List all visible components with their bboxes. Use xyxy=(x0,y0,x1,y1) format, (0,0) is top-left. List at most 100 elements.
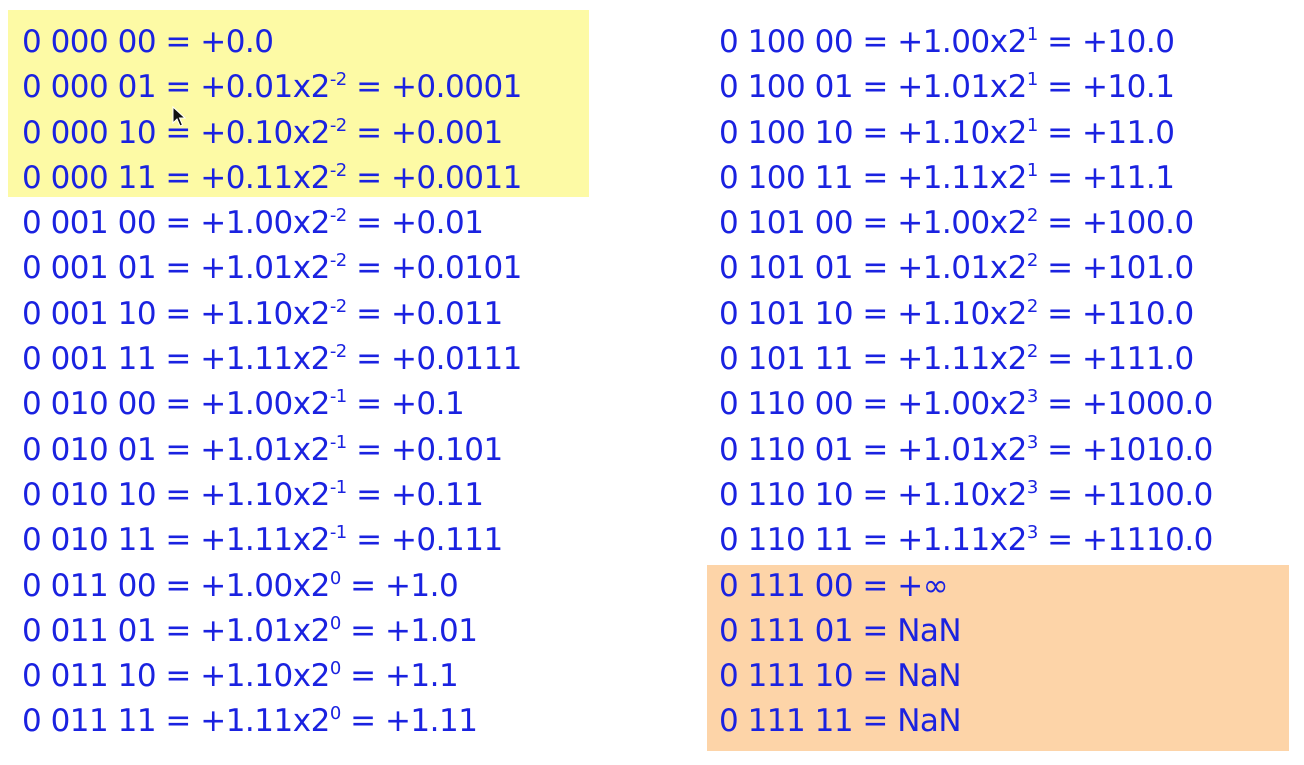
encoding-row: 0 010 01 = +1.01x2-1 = +0.101 xyxy=(22,431,503,468)
binary-value: +0.11 xyxy=(390,476,484,513)
exponent: -2 xyxy=(329,205,347,227)
exponent: 0 xyxy=(329,612,341,634)
binary-value: +0.0011 xyxy=(390,159,522,196)
exponent: -2 xyxy=(329,250,347,272)
binary-value: +0.011 xyxy=(390,295,503,332)
exponent: 1 xyxy=(1026,114,1038,136)
left-column: 0 000 00 = +0.0 0 000 01 = +0.01x2-2 = +0… xyxy=(22,20,522,745)
encoding-row: 0 110 11 = +1.11x23 = +1110.0 xyxy=(719,522,1213,559)
right-column: 0 100 00 = +1.00x21 = +10.0 0 100 01 = +1… xyxy=(719,20,1213,745)
encoding-row: 0 110 01 = +1.01x23 = +1010.0 xyxy=(719,431,1213,468)
binary-value: +10.1 xyxy=(1081,69,1175,106)
binary-value: +1.01 xyxy=(384,612,478,649)
significand-expression: +∞ xyxy=(897,567,949,604)
binary-value: +1.11 xyxy=(384,703,478,740)
significand-expression: +1.01x2 xyxy=(897,250,1027,287)
binary-value: +11.0 xyxy=(1081,114,1175,151)
binary-value: +1000.0 xyxy=(1081,386,1213,423)
encoding-row: 0 000 11 = +0.11x2-2 = +0.0011 xyxy=(22,159,522,196)
exponent: 1 xyxy=(1026,159,1038,181)
significand-expression: +1.00x2 xyxy=(200,386,330,423)
encoding-row: 0 001 11 = +1.11x2-2 = +0.0111 xyxy=(22,341,522,378)
significand-expression: +0.0 xyxy=(200,24,274,60)
significand-expression: +1.00x2 xyxy=(897,205,1027,242)
exponent: 2 xyxy=(1026,250,1038,272)
binary-value: +111.0 xyxy=(1081,341,1194,378)
encoding-row: 0 101 10 = +1.10x22 = +110.0 xyxy=(719,295,1194,332)
bit-pattern: 0 100 10 xyxy=(719,114,854,151)
bit-pattern: 0 110 10 xyxy=(719,476,854,513)
exponent: -2 xyxy=(329,114,347,136)
exponent: -2 xyxy=(329,159,347,181)
bit-pattern: 0 010 01 xyxy=(22,431,157,468)
exponent: -1 xyxy=(329,431,347,453)
encoding-row: 0 101 11 = +1.11x22 = +111.0 xyxy=(719,341,1194,378)
significand-expression: +1.00x2 xyxy=(897,386,1027,423)
encoding-row: 0 100 01 = +1.01x21 = +10.1 xyxy=(719,69,1175,106)
encoding-row: 0 110 10 = +1.10x23 = +1100.0 xyxy=(719,476,1213,513)
significand-expression: +1.10x2 xyxy=(897,476,1027,513)
significand-expression: +1.01x2 xyxy=(897,431,1027,468)
bit-pattern: 0 011 01 xyxy=(22,612,157,649)
bit-pattern: 0 001 01 xyxy=(22,250,157,287)
bit-pattern: 0 111 00 xyxy=(719,567,854,604)
exponent: -1 xyxy=(329,386,347,408)
exponent: -2 xyxy=(329,69,347,91)
significand-expression: +1.11x2 xyxy=(200,703,330,740)
bit-pattern: 0 010 10 xyxy=(22,476,157,513)
significand-expression: +0.10x2 xyxy=(200,114,330,151)
encoding-row: 0 100 00 = +1.00x21 = +10.0 xyxy=(719,24,1175,60)
bit-pattern: 0 011 10 xyxy=(22,658,157,695)
significand-expression: +1.00x2 xyxy=(897,24,1027,60)
encoding-row: 0 010 11 = +1.11x2-1 = +0.111 xyxy=(22,522,503,559)
bit-pattern: 0 000 01 xyxy=(22,69,157,106)
significand-expression: NaN xyxy=(897,658,962,695)
encoding-row: 0 011 00 = +1.00x20 = +1.0 xyxy=(22,567,459,604)
exponent: 3 xyxy=(1026,476,1038,498)
significand-expression: +1.11x2 xyxy=(200,522,330,559)
bit-pattern: 0 110 00 xyxy=(719,386,854,423)
exponent: 0 xyxy=(329,567,341,589)
encoding-row: 0 011 10 = +1.10x20 = +1.1 xyxy=(22,658,459,695)
binary-value: +1100.0 xyxy=(1081,476,1213,513)
binary-value: +0.01 xyxy=(390,205,484,242)
mouse-cursor-icon xyxy=(172,106,186,127)
significand-expression: +1.01x2 xyxy=(897,69,1027,106)
bit-pattern: 0 111 11 xyxy=(719,703,854,740)
binary-value: +1.1 xyxy=(384,658,459,695)
bit-pattern: 0 000 10 xyxy=(22,114,157,151)
bit-pattern: 0 001 10 xyxy=(22,295,157,332)
significand-expression: +1.10x2 xyxy=(200,295,330,332)
binary-value: +11.1 xyxy=(1081,159,1175,196)
significand-expression: +1.10x2 xyxy=(897,295,1027,332)
binary-value: +0.111 xyxy=(390,522,503,559)
binary-value: +0.0001 xyxy=(390,69,522,106)
encoding-row: 0 001 00 = +1.00x2-2 = +0.01 xyxy=(22,205,484,242)
significand-expression: +1.10x2 xyxy=(200,476,330,513)
bit-pattern: 0 011 00 xyxy=(22,567,157,604)
significand-expression: +1.10x2 xyxy=(200,658,330,695)
encoding-row: 0 010 00 = +1.00x2-1 = +0.1 xyxy=(22,386,465,423)
bit-pattern: 0 100 11 xyxy=(719,159,854,196)
bit-pattern: 0 001 00 xyxy=(22,205,157,242)
significand-expression: NaN xyxy=(897,703,962,740)
exponent: -2 xyxy=(329,295,347,317)
exponent: 1 xyxy=(1026,24,1038,45)
significand-expression: +0.01x2 xyxy=(200,69,330,106)
bit-pattern: 0 111 10 xyxy=(719,658,854,695)
encoding-row: 0 010 10 = +1.10x2-1 = +0.11 xyxy=(22,476,484,513)
bit-pattern: 0 010 11 xyxy=(22,522,157,559)
significand-expression: +1.00x2 xyxy=(200,567,330,604)
bit-pattern: 0 000 11 xyxy=(22,159,157,196)
bit-pattern: 0 100 00 xyxy=(719,24,854,60)
encoding-row: 0 101 00 = +1.00x22 = +100.0 xyxy=(719,205,1194,242)
encoding-row: 0 001 10 = +1.10x2-2 = +0.011 xyxy=(22,295,503,332)
bit-pattern: 0 100 01 xyxy=(719,69,854,106)
significand-expression: +1.10x2 xyxy=(897,114,1027,151)
significand-expression: +1.11x2 xyxy=(897,522,1027,559)
bit-pattern: 0 001 11 xyxy=(22,341,157,378)
significand-expression: NaN xyxy=(897,612,962,649)
binary-value: +0.0111 xyxy=(390,341,522,378)
bit-pattern: 0 000 00 xyxy=(22,24,157,60)
bit-pattern: 0 110 11 xyxy=(719,522,854,559)
